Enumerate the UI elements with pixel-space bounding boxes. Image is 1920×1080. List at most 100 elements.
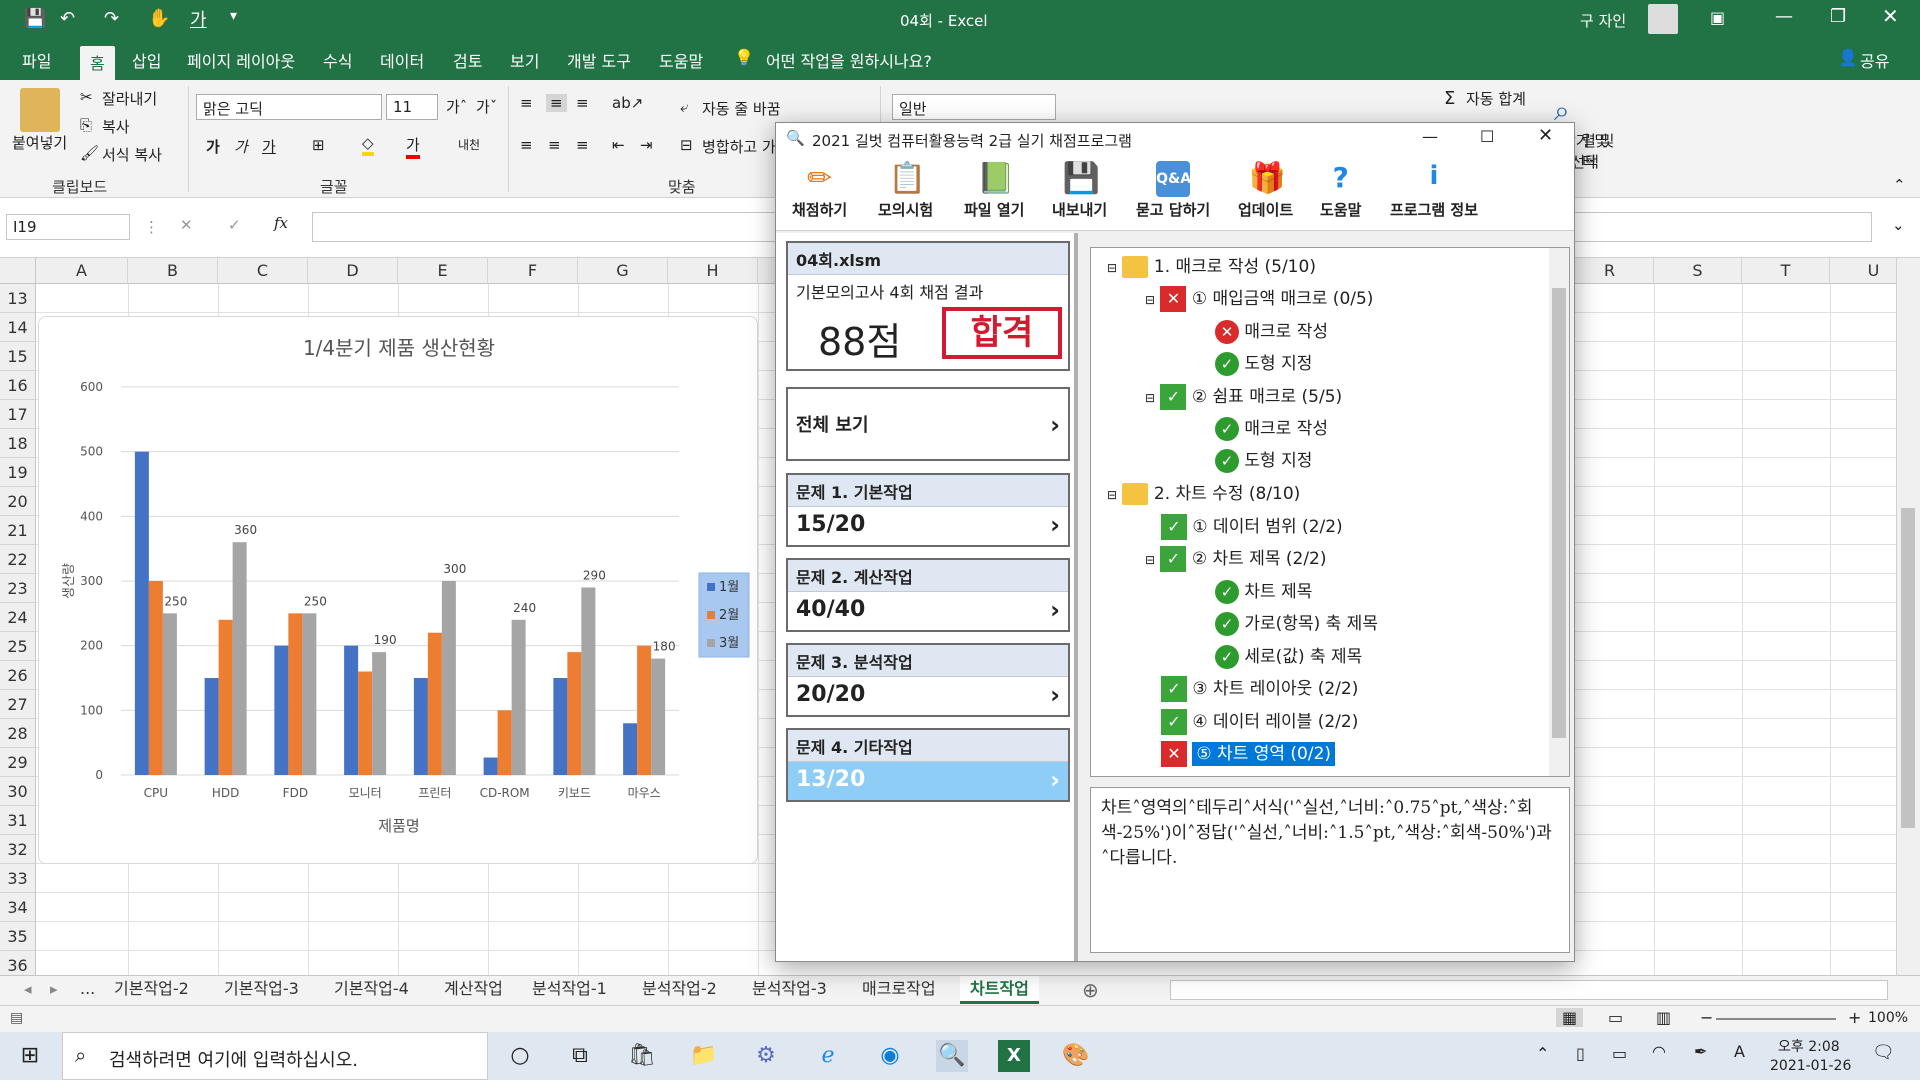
enter-icon[interactable]: ✓ xyxy=(228,216,241,234)
column-header[interactable]: R xyxy=(1566,258,1654,284)
expand-formula-icon[interactable]: ⌄ xyxy=(1892,216,1905,234)
column-header[interactable]: B xyxy=(128,258,218,284)
column-header[interactable]: G xyxy=(578,258,668,284)
row-header[interactable]: 33 xyxy=(0,864,36,893)
scroll-thumb[interactable] xyxy=(1552,288,1566,738)
orientation-icon[interactable]: ab↗ xyxy=(612,94,643,112)
tree-node[interactable]: ⊟ ✕ ① 매입금액 매크로 (0/5) xyxy=(1145,284,1373,312)
app-icon[interactable]: ⚙ xyxy=(750,1040,782,1072)
decrease-indent-icon[interactable]: ⇤ xyxy=(612,136,625,154)
zoom-slider[interactable] xyxy=(1716,1018,1836,1020)
tree-node[interactable]: ⊟ ✓ ② 차트 제목 (2/2) xyxy=(1145,544,1327,572)
sheet-tab[interactable]: 계산작업 xyxy=(434,976,513,1004)
save-icon[interactable]: 💾 xyxy=(24,8,46,29)
avatar[interactable] xyxy=(1648,4,1678,34)
pen-icon[interactable]: ✒ xyxy=(1694,1042,1707,1061)
merge-button[interactable]: 병합하고 가 xyxy=(702,136,776,157)
cut-icon[interactable]: ✂ xyxy=(80,88,93,106)
taskbar-search-box[interactable]: ⌕ 검색하려면 여기에 입력하십시오. xyxy=(62,1032,488,1080)
wifi-icon[interactable]: ◠ xyxy=(1652,1042,1666,1061)
zoom-in-icon[interactable]: + xyxy=(1848,1008,1861,1027)
paste-button[interactable]: 붙여넣기 xyxy=(12,132,67,153)
italic-icon[interactable]: 가 xyxy=(234,136,248,157)
font-color-quick-icon[interactable]: 가 xyxy=(190,6,207,32)
touch-mode-icon[interactable]: ✋ xyxy=(148,8,170,29)
row-header[interactable]: 19 xyxy=(0,458,36,487)
align-left-icon[interactable]: ≡ xyxy=(520,136,533,154)
sheet-tab[interactable]: 기본작업-3 xyxy=(214,976,309,1004)
customize-qat-icon[interactable]: ▾ xyxy=(230,8,237,24)
border-icon[interactable]: ⊞ xyxy=(312,136,325,154)
paste-icon[interactable] xyxy=(20,88,60,132)
file-explorer-icon[interactable]: 📁 xyxy=(688,1040,720,1072)
tree-node[interactable]: ✓ 세로(값) 축 제목 xyxy=(1215,642,1362,669)
align-bottom-icon[interactable]: ≡ xyxy=(576,94,589,112)
number-format-select[interactable]: 일반 xyxy=(892,94,1056,120)
clock-date[interactable]: 2021-01-26 xyxy=(1770,1058,1851,1074)
menu-insert[interactable]: 삽입 xyxy=(132,48,161,72)
align-center-icon[interactable]: ≡ xyxy=(548,136,561,154)
grade-button[interactable]: ✏ 채점하기 xyxy=(792,161,847,220)
sheet-tab[interactable]: 분석작업-3 xyxy=(742,976,837,1004)
page-break-view-icon[interactable]: ▥ xyxy=(1656,1008,1671,1027)
sheet-tab[interactable]: 분석작업-1 xyxy=(522,976,617,1004)
close-icon[interactable]: ✕ xyxy=(1538,125,1553,146)
tree-node[interactable]: ✓ 가로(항목) 축 제목 xyxy=(1215,609,1378,636)
zoom-level[interactable]: 100% xyxy=(1868,1010,1908,1026)
wrap-text-icon[interactable]: ⤶ xyxy=(680,98,688,116)
sheet-tab[interactable]: 매크로작업 xyxy=(852,976,946,1004)
copy-icon[interactable]: ⎘ xyxy=(80,116,92,134)
maximize-icon[interactable]: ☐ xyxy=(1480,127,1494,146)
row-header[interactable]: 29 xyxy=(0,748,36,777)
tree-node[interactable]: ✓ 매크로 작성 xyxy=(1215,414,1328,441)
horizontal-scrollbar[interactable] xyxy=(1170,980,1888,1000)
tree-node[interactable]: ✓ 차트 제목 xyxy=(1215,577,1312,604)
row-header[interactable]: 18 xyxy=(0,429,36,458)
undo-icon[interactable]: ↶ xyxy=(60,8,75,29)
row-header[interactable]: 14 xyxy=(0,313,36,342)
sheet-tab-active[interactable]: 차트작업 xyxy=(960,976,1039,1004)
ime-icon[interactable]: A xyxy=(1734,1042,1745,1061)
menu-help[interactable]: 도움말 xyxy=(659,48,703,72)
export-button[interactable]: 💾 내보내기 xyxy=(1052,161,1107,220)
insert-function-icon[interactable]: fx xyxy=(274,214,288,232)
edge-icon[interactable]: ◉ xyxy=(874,1040,906,1072)
row-header[interactable]: 31 xyxy=(0,806,36,835)
zoom-out-icon[interactable]: − xyxy=(1700,1008,1713,1027)
excel-icon[interactable]: X xyxy=(998,1040,1030,1072)
scroll-thumb[interactable] xyxy=(1901,508,1915,828)
row-header[interactable]: 36 xyxy=(0,951,36,975)
row-header[interactable]: 20 xyxy=(0,487,36,516)
battery-icon[interactable]: ▭ xyxy=(1612,1044,1627,1063)
tab-scroll-left-icon[interactable]: ◂ xyxy=(24,980,32,998)
row-header[interactable]: 15 xyxy=(0,342,36,371)
fill-color-icon[interactable]: ◇ xyxy=(362,134,374,156)
view-all-card[interactable]: 전체 보기 › xyxy=(786,387,1070,461)
help-button[interactable]: ? 도움말 xyxy=(1320,161,1361,220)
row-header[interactable]: 27 xyxy=(0,690,36,719)
section-card[interactable]: 문제 2. 계산작업 40/40 › xyxy=(786,558,1070,632)
sheet-tab[interactable]: 기본작업-2 xyxy=(104,976,199,1004)
column-header[interactable]: C xyxy=(218,258,308,284)
cortana-icon[interactable]: ○ xyxy=(504,1040,536,1072)
format-painter-button[interactable]: 서식 복사 xyxy=(102,144,162,165)
macro-record-icon[interactable]: ▤ xyxy=(10,1010,23,1026)
bold-icon[interactable]: 가 xyxy=(206,136,220,157)
row-header[interactable]: 21 xyxy=(0,516,36,545)
font-size-select[interactable]: 11 xyxy=(386,94,438,120)
row-header[interactable]: 35 xyxy=(0,922,36,951)
tree-node[interactable]: ✓ ④ 데이터 레이블 (2/2) xyxy=(1161,707,1358,735)
menu-page-layout[interactable]: 페이지 레이아웃 xyxy=(187,48,295,72)
format-painter-icon[interactable]: 🖌 xyxy=(80,144,99,162)
column-header[interactable]: E xyxy=(398,258,488,284)
grading-app-icon[interactable]: 🔍 xyxy=(936,1040,968,1072)
clock-time[interactable]: 오후 2:08 xyxy=(1778,1036,1840,1056)
restore-icon[interactable]: ❐ xyxy=(1830,6,1846,27)
minimize-icon[interactable]: — xyxy=(1775,6,1793,27)
close-icon[interactable]: ✕ xyxy=(1882,4,1899,28)
mock-exam-button[interactable]: 📋 모의시험 xyxy=(878,161,933,220)
increase-indent-icon[interactable]: ⇥ xyxy=(640,136,653,154)
align-top-icon[interactable]: ≡ xyxy=(520,94,533,112)
font-color-icon[interactable]: 가 xyxy=(406,134,420,159)
select-all-corner[interactable] xyxy=(0,258,36,284)
